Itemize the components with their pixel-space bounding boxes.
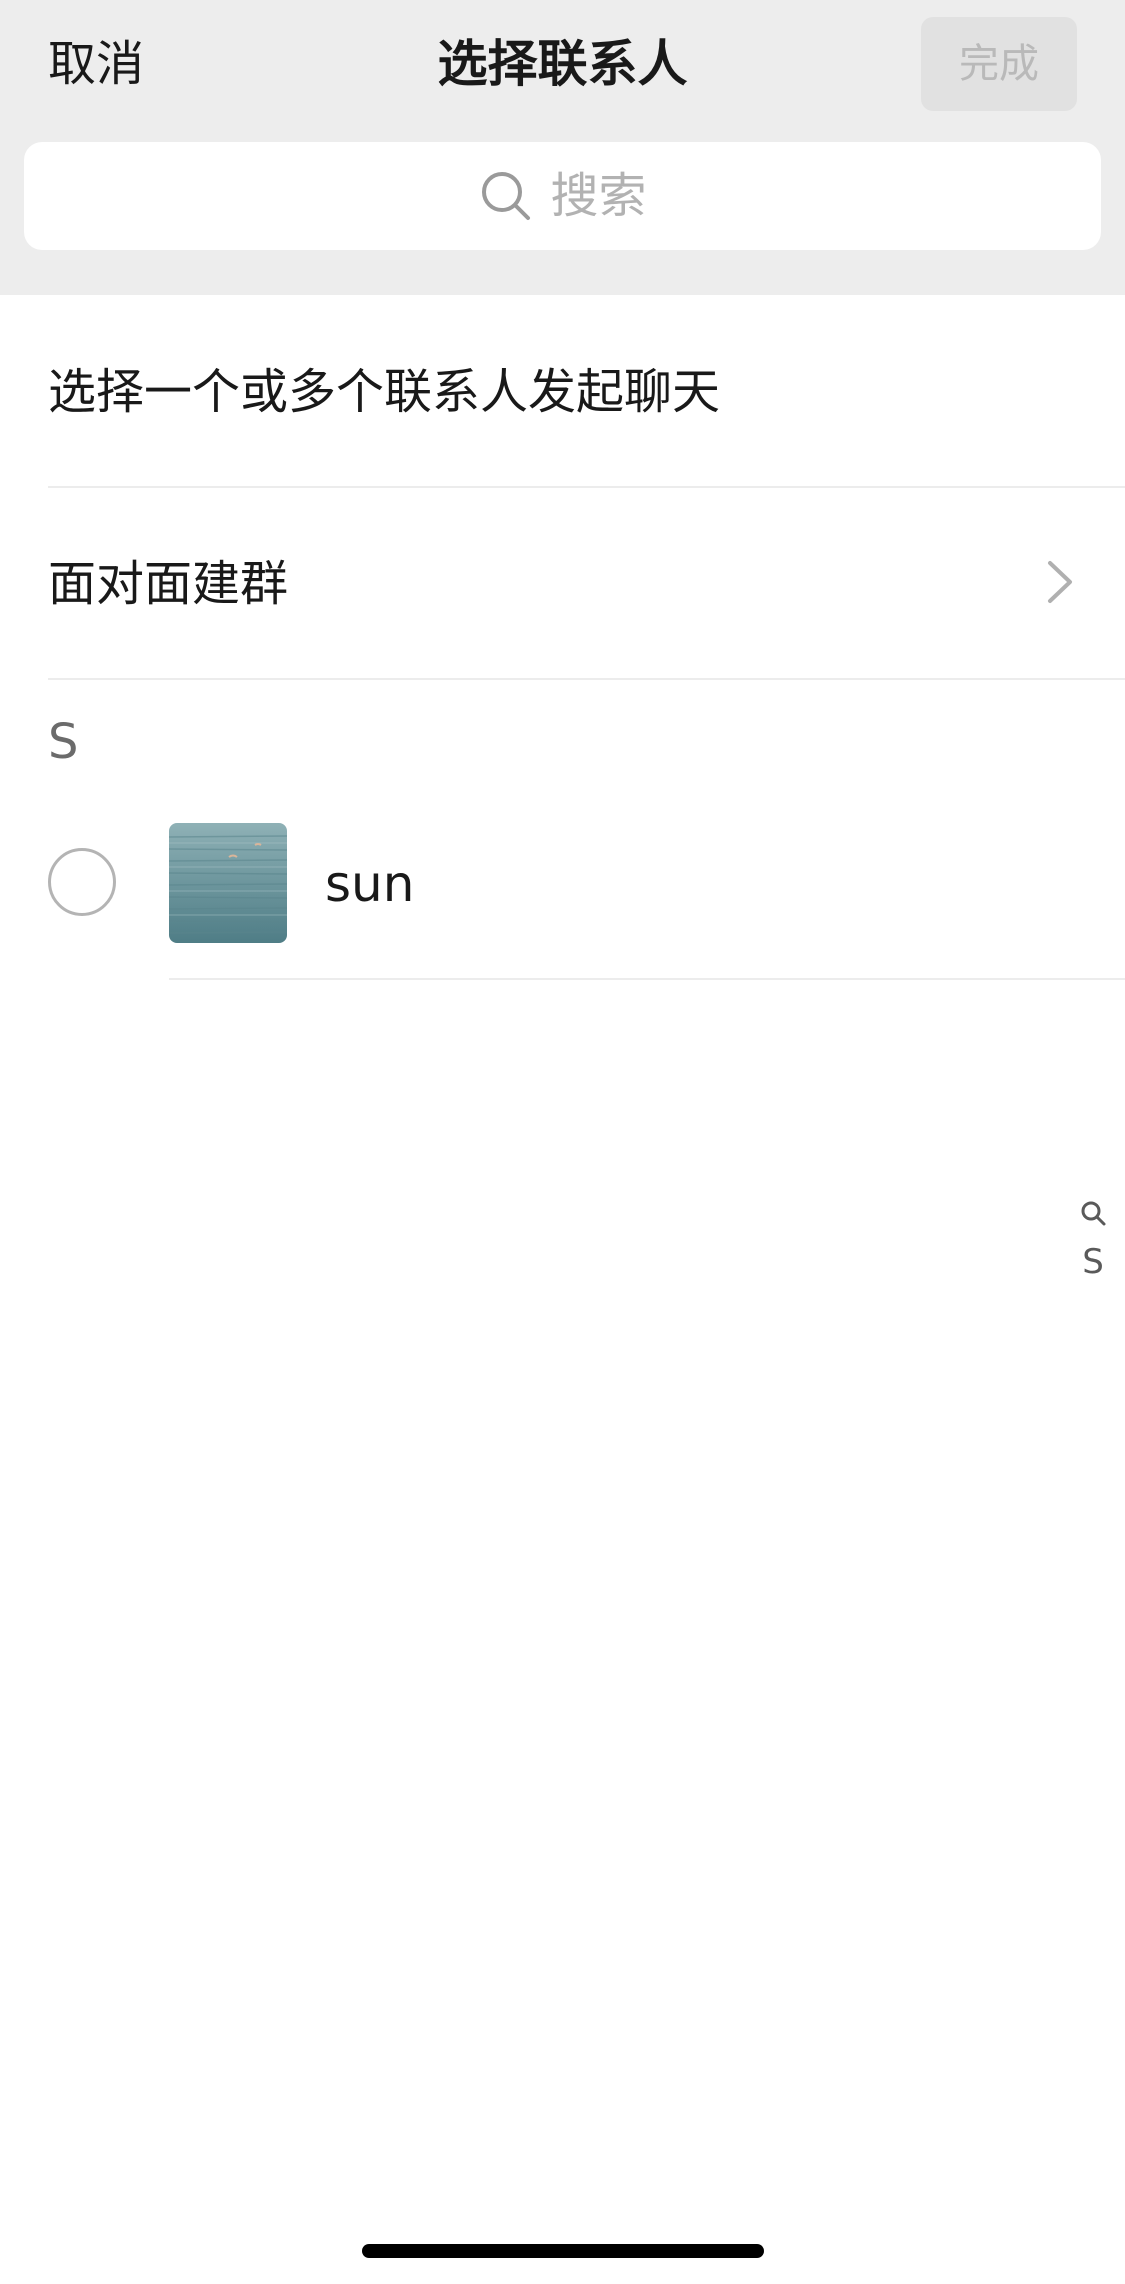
row-divider bbox=[169, 978, 1125, 980]
avatar bbox=[169, 823, 287, 943]
contact-select-checkbox[interactable] bbox=[48, 848, 116, 916]
face-to-face-group-row[interactable]: 面对面建群 bbox=[48, 548, 288, 620]
row-divider bbox=[48, 486, 1125, 488]
chevron-right-icon bbox=[1048, 561, 1072, 603]
home-indicator bbox=[362, 2244, 764, 2258]
section-header-s: S bbox=[48, 714, 79, 770]
top-header: 取消 选择联系人 完成 搜索 bbox=[0, 0, 1125, 295]
search-placeholder: 搜索 bbox=[550, 168, 647, 224]
search-input[interactable]: 搜索 bbox=[24, 142, 1101, 250]
index-letter-s[interactable]: S bbox=[1072, 1238, 1114, 1286]
search-icon bbox=[482, 172, 531, 220]
start-chat-row[interactable]: 选择一个或多个联系人发起聊天 bbox=[48, 356, 720, 428]
search-input-content: 搜索 bbox=[24, 142, 1101, 250]
done-button[interactable]: 完成 bbox=[921, 17, 1077, 111]
contact-name: sun bbox=[325, 855, 415, 913]
sea-photo-avatar-icon bbox=[169, 823, 287, 943]
cancel-button[interactable]: 取消 bbox=[48, 28, 144, 100]
row-divider bbox=[48, 678, 1125, 680]
index-search-icon[interactable] bbox=[1079, 1199, 1107, 1227]
